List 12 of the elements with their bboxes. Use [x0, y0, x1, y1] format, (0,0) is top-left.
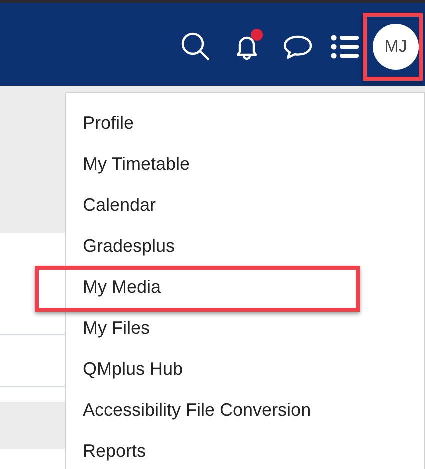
menu-item[interactable]: Reports	[66, 431, 424, 469]
menu-item[interactable]: My Files	[66, 308, 424, 349]
menu-item[interactable]: My Timetable	[66, 144, 424, 185]
menu-item[interactable]: Profile	[66, 103, 424, 144]
search-icon[interactable]	[181, 32, 211, 62]
list-icon[interactable]	[331, 34, 359, 58]
menu-item[interactable]: Calendar	[66, 185, 424, 226]
menu-item[interactable]: Accessibility File Conversion	[66, 390, 424, 431]
menu-item[interactable]: Gradesplus	[66, 226, 424, 267]
menu-item[interactable]: My Media	[66, 267, 424, 308]
user-avatar-button[interactable]: MJ	[373, 24, 419, 70]
menu-item[interactable]: QMplus Hub	[66, 349, 424, 390]
